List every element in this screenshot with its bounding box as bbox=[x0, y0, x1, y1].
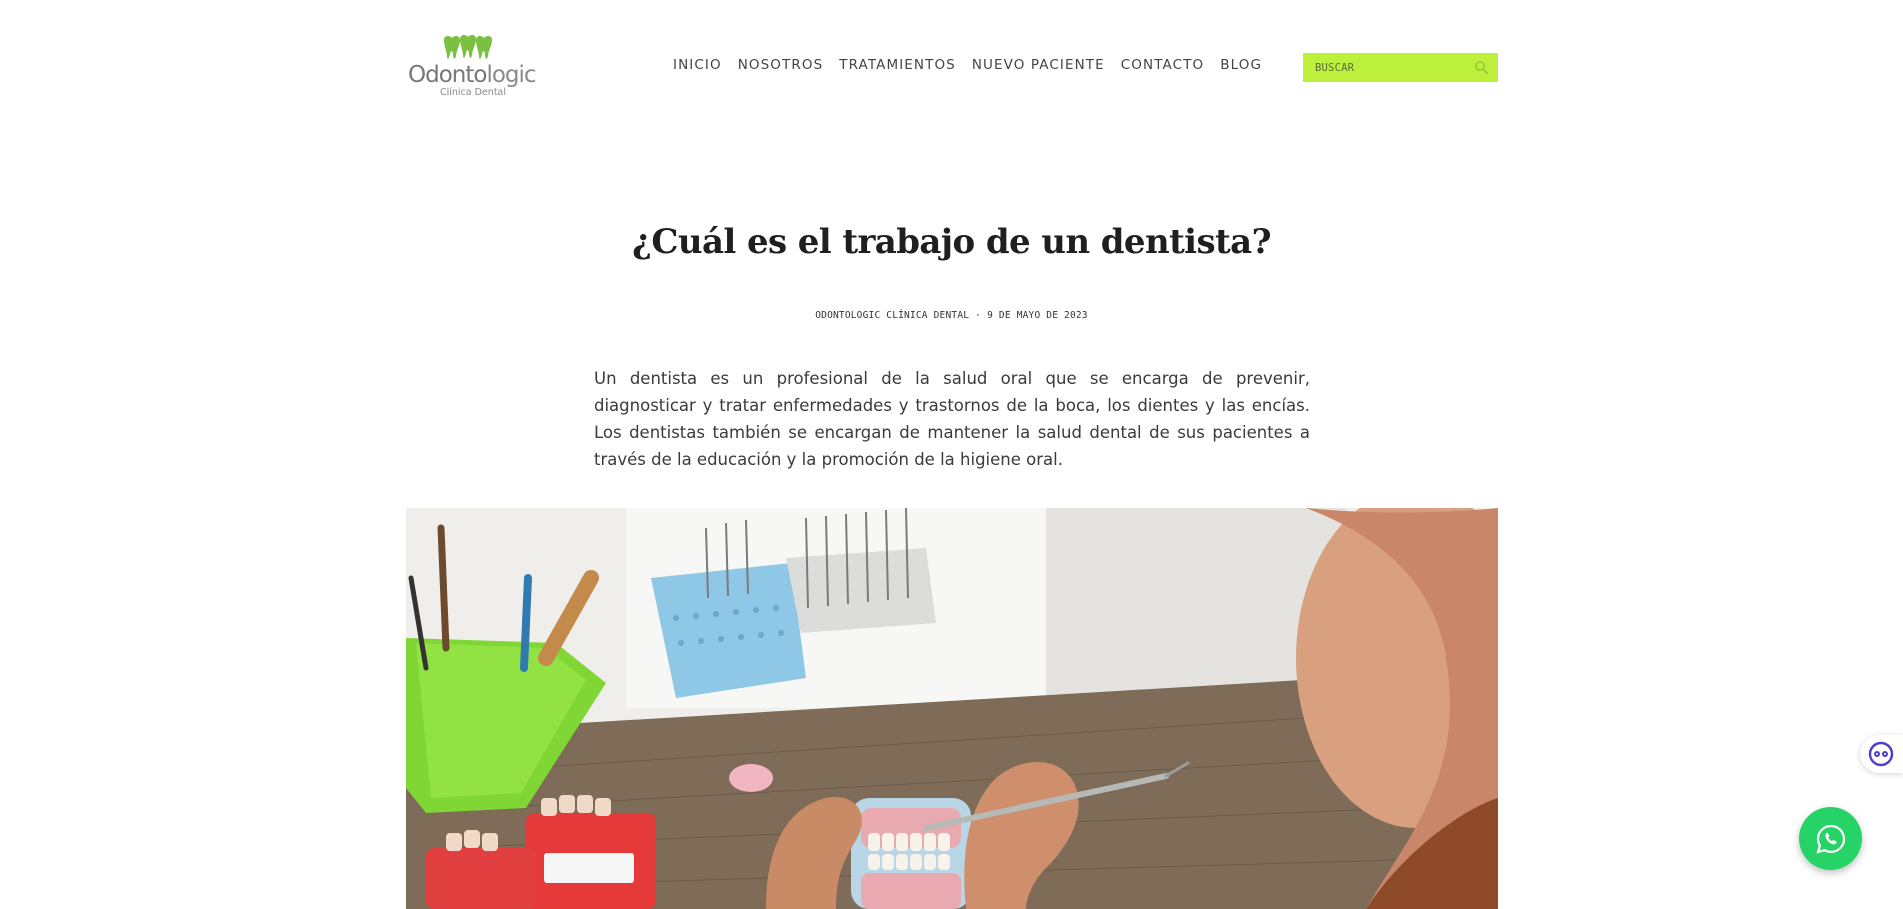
whatsapp-button[interactable] bbox=[1799, 807, 1862, 870]
article-intro: Un dentista es un profesional de la salu… bbox=[594, 369, 1310, 469]
main-nav: INICIO NOSOTROS TRATAMIENTOS NUEVO PACIE… bbox=[673, 57, 1278, 73]
site-logo[interactable]: Odontologic Clínica Dental bbox=[406, 34, 537, 100]
whatsapp-icon bbox=[1815, 824, 1845, 854]
logo-wordmark: Odontologic bbox=[408, 62, 537, 88]
article-date: 9 DE MAYO DE 2023 bbox=[987, 310, 1088, 321]
tooth-logo-icon bbox=[444, 34, 492, 59]
nav-item-inicio[interactable]: INICIO bbox=[673, 57, 722, 73]
article-author-link[interactable]: ODONTOLOGIC CLÍNICA DENTAL bbox=[815, 310, 969, 321]
article-title: ¿Cuál es el trabajo de un dentista? bbox=[632, 222, 1271, 262]
nav-item-nuevo-paciente[interactable]: NUEVO PACIENTE bbox=[972, 57, 1105, 73]
accessibility-widget[interactable] bbox=[1860, 735, 1903, 773]
nav-item-blog[interactable]: BLOG bbox=[1220, 57, 1262, 73]
search-input[interactable] bbox=[1315, 61, 1465, 74]
meta-separator: · bbox=[975, 310, 982, 321]
nav-item-contacto[interactable]: CONTACTO bbox=[1121, 57, 1204, 73]
search-icon[interactable] bbox=[1474, 60, 1489, 75]
article-meta: ODONTOLOGIC CLÍNICA DENTAL · 9 DE MAYO DE … bbox=[0, 310, 1903, 321]
logo-tagline: Clínica Dental bbox=[440, 87, 507, 98]
dental-lab-photo bbox=[406, 508, 1498, 909]
search-bar bbox=[1303, 53, 1498, 82]
nav-item-nosotros[interactable]: NOSOTROS bbox=[738, 57, 824, 73]
article-hero-image bbox=[406, 508, 1498, 909]
nav-item-tratamientos[interactable]: TRATAMIENTOS bbox=[839, 57, 956, 73]
accessibility-icon bbox=[1868, 741, 1894, 767]
